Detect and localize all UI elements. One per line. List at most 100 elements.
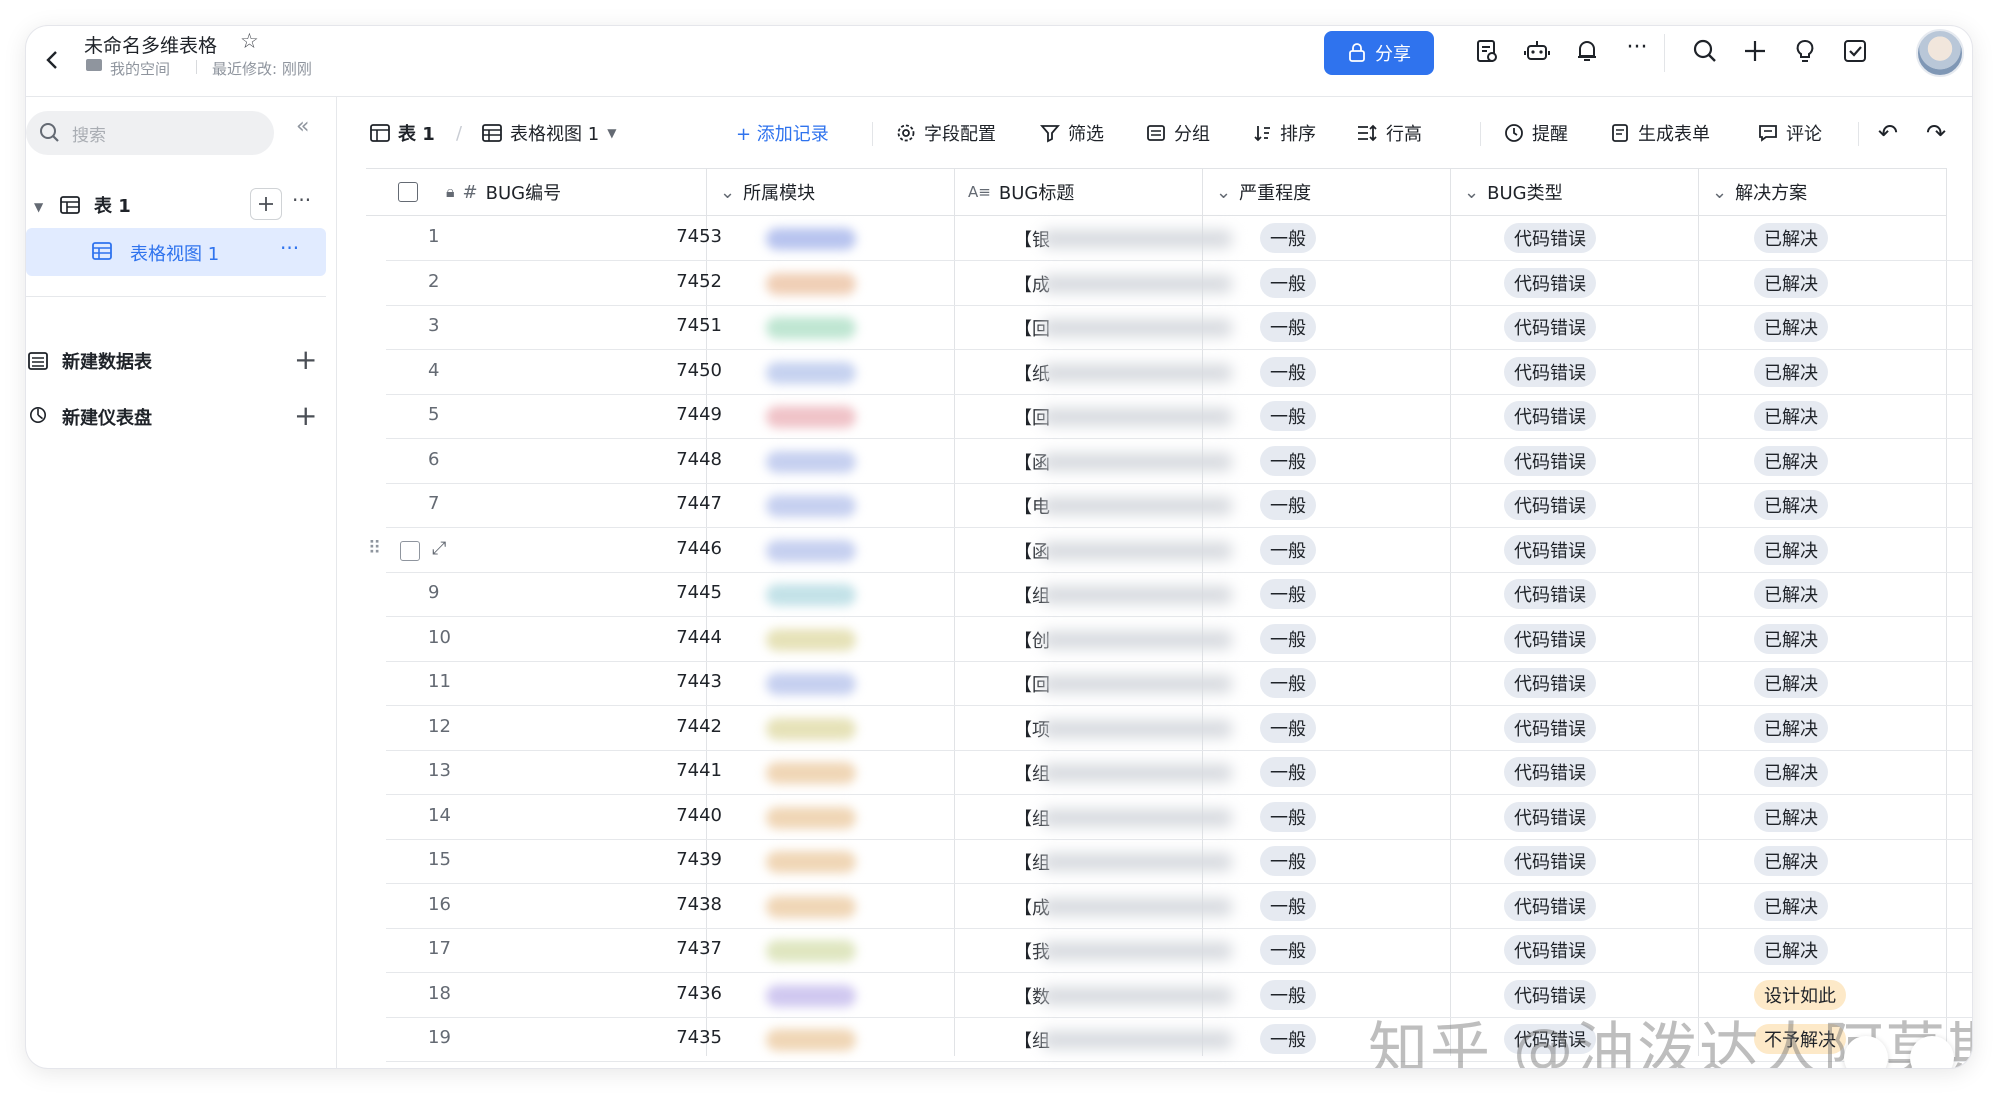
form-button[interactable]: 生成表单 [1610, 118, 1710, 148]
solution-tag[interactable]: 已解决 [1754, 312, 1828, 342]
search-icon[interactable] [1690, 36, 1720, 66]
severity-tag[interactable]: 一般 [1260, 1024, 1316, 1054]
bug-type-tag[interactable]: 代码错误 [1504, 801, 1596, 832]
solution-tag[interactable]: 已解决 [1754, 356, 1828, 387]
bug-id-cell[interactable]: 7448 [592, 449, 722, 470]
module-tag[interactable] [766, 984, 856, 1007]
module-tag[interactable] [766, 228, 856, 250]
bug-id-cell[interactable]: 7441 [592, 760, 722, 781]
reminder-button[interactable]: 提醒 [1504, 118, 1568, 148]
module-tag[interactable] [766, 628, 856, 651]
module-tag[interactable] [766, 450, 856, 473]
severity-tag[interactable]: 一般 [1260, 668, 1316, 698]
severity-tag[interactable]: 一般 [1260, 846, 1316, 876]
bug-id-cell[interactable]: 7444 [592, 627, 722, 648]
bug-type-tag[interactable]: 代码错误 [1504, 445, 1596, 476]
sort-button[interactable]: 排序 [1252, 118, 1316, 148]
severity-tag[interactable]: 一般 [1260, 890, 1316, 921]
solution-tag[interactable]: 已解决 [1754, 223, 1828, 253]
bug-type-tag[interactable]: 代码错误 [1504, 401, 1596, 431]
expand-icon[interactable]: ⤢ [432, 538, 446, 559]
bug-id-cell[interactable]: 7453 [592, 226, 722, 247]
redo-icon[interactable]: ↷ [1926, 118, 1946, 148]
module-tag[interactable] [766, 406, 856, 428]
back-icon[interactable] [38, 40, 68, 80]
column-header[interactable]: 🔒︎ # BUG编号 [366, 168, 706, 216]
bug-type-tag[interactable]: 代码错误 [1504, 890, 1596, 921]
row-checkbox[interactable] [400, 540, 420, 561]
column-header[interactable]: ⌄ 严重程度 [1202, 168, 1450, 216]
module-tag[interactable] [766, 940, 856, 962]
module-tag[interactable] [766, 317, 856, 339]
solution-tag[interactable]: 已解决 [1754, 445, 1828, 476]
select-all-checkbox[interactable] [398, 182, 418, 202]
filter-button[interactable]: 筛选 [1040, 118, 1104, 148]
severity-tag[interactable]: 一般 [1260, 757, 1316, 787]
severity-tag[interactable]: 一般 [1260, 534, 1316, 565]
bug-type-tag[interactable]: 代码错误 [1504, 534, 1596, 565]
bug-type-tag[interactable]: 代码错误 [1504, 668, 1596, 698]
bug-id-cell[interactable]: 7449 [592, 404, 722, 425]
module-tag[interactable] [766, 717, 856, 740]
solution-tag[interactable]: 已解决 [1754, 490, 1828, 520]
sidebar-item-table1[interactable]: 表 1 [94, 192, 131, 218]
solution-tag[interactable]: 已解决 [1754, 890, 1828, 921]
severity-tag[interactable]: 一般 [1260, 490, 1316, 520]
bug-type-tag[interactable]: 代码错误 [1504, 490, 1596, 520]
severity-tag[interactable]: 一般 [1260, 979, 1316, 1010]
bug-type-tag[interactable]: 代码错误 [1504, 356, 1596, 387]
more-icon[interactable]: ··· [292, 188, 311, 212]
bug-id-cell[interactable]: 7435 [592, 1027, 722, 1048]
plus-icon[interactable]: + [294, 346, 317, 374]
bug-id-cell[interactable]: 7446 [592, 538, 722, 559]
bug-type-tag[interactable]: 代码错误 [1504, 312, 1596, 342]
plus-icon[interactable] [1740, 36, 1770, 66]
solution-tag[interactable]: 已解决 [1754, 579, 1828, 609]
drag-handle-icon[interactable]: ⠿ [368, 538, 381, 559]
severity-tag[interactable]: 一般 [1260, 356, 1316, 387]
add-view-button[interactable] [250, 188, 282, 220]
severity-tag[interactable]: 一般 [1260, 223, 1316, 253]
module-tag[interactable] [766, 495, 856, 517]
undo-icon[interactable]: ↶ [1878, 118, 1898, 148]
severity-tag[interactable]: 一般 [1260, 801, 1316, 832]
severity-tag[interactable]: 一般 [1260, 445, 1316, 476]
bug-id-cell[interactable]: 7445 [592, 582, 722, 603]
plus-icon[interactable]: + [294, 402, 317, 430]
bug-type-tag[interactable]: 代码错误 [1504, 579, 1596, 609]
task-icon[interactable] [1840, 36, 1870, 66]
solution-tag[interactable]: 已解决 [1754, 846, 1828, 876]
column-header[interactable]: ⌄ 解决方案 [1698, 168, 1946, 216]
bug-type-tag[interactable]: 代码错误 [1504, 223, 1596, 253]
bug-type-tag[interactable]: 代码错误 [1504, 623, 1596, 654]
solution-tag[interactable]: 已解决 [1754, 401, 1828, 431]
column-header[interactable]: ⌄ 所属模块 [706, 168, 954, 216]
severity-tag[interactable]: 一般 [1260, 267, 1316, 298]
severity-tag[interactable]: 一般 [1260, 623, 1316, 654]
module-tag[interactable] [766, 895, 856, 918]
template-icon[interactable] [1472, 36, 1502, 66]
solution-tag[interactable]: 已解决 [1754, 801, 1828, 832]
module-tag[interactable] [766, 1029, 856, 1051]
bug-id-cell[interactable]: 7442 [592, 716, 722, 737]
solution-tag[interactable]: 已解决 [1754, 935, 1828, 965]
module-tag[interactable] [766, 673, 856, 695]
share-button[interactable]: 分享 [1324, 31, 1434, 75]
caret-down-icon[interactable]: ▼ [34, 200, 43, 214]
module-tag[interactable] [766, 584, 856, 606]
module-tag[interactable] [766, 539, 856, 562]
bug-id-cell[interactable]: 7447 [592, 493, 722, 514]
new-table-item[interactable]: 新建数据表 [62, 348, 152, 374]
more-icon[interactable]: ··· [280, 236, 299, 260]
module-tag[interactable] [766, 361, 856, 384]
view-selector[interactable]: 表格视图 1 ▼ [482, 118, 616, 148]
module-tag[interactable] [766, 762, 856, 784]
bug-type-tag[interactable]: 代码错误 [1504, 267, 1596, 298]
solution-tag[interactable]: 已解决 [1754, 668, 1828, 698]
solution-tag[interactable]: 已解决 [1754, 757, 1828, 787]
severity-tag[interactable]: 一般 [1260, 312, 1316, 342]
bug-id-cell[interactable]: 7452 [592, 271, 722, 292]
row-height-button[interactable]: 行高 [1356, 118, 1422, 148]
avatar[interactable] [1916, 29, 1964, 77]
bug-id-cell[interactable]: 7450 [592, 360, 722, 381]
